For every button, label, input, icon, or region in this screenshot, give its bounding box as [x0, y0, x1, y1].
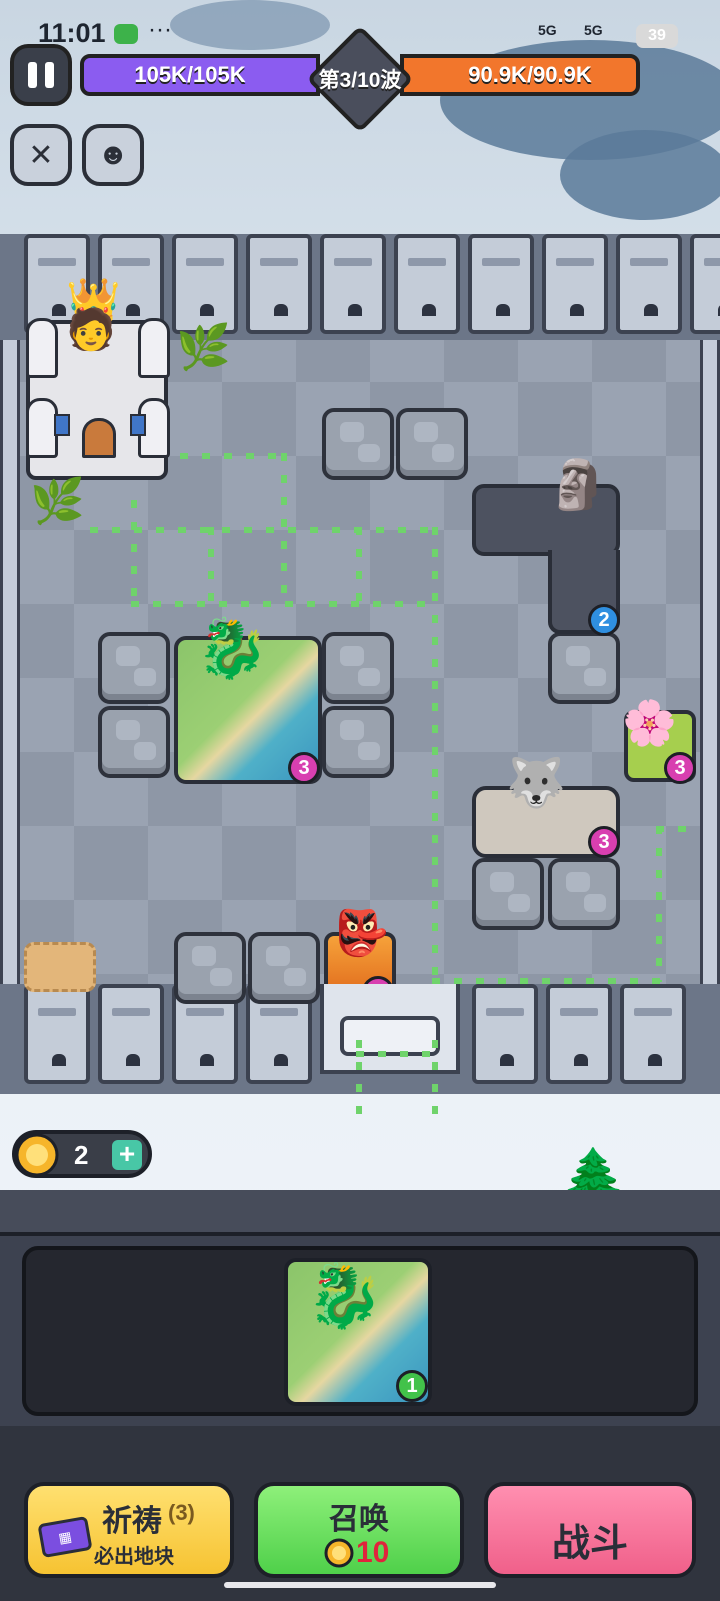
enemy-path [180, 453, 280, 459]
pray-button[interactable]: ▦ 祈祷 (3) 必出地块 [24, 1482, 234, 1578]
enemy-path [90, 527, 436, 533]
dragon-rider-card-art: 🐉 [306, 1262, 384, 1331]
grass-decoration: 🌿 [30, 477, 85, 526]
battlement [616, 234, 682, 334]
enemy-path [356, 527, 362, 602]
sun-count: 2 [74, 1140, 89, 1170]
battlement [472, 984, 538, 1084]
pray-sub-label: 必出地块 [94, 1546, 174, 1568]
rock-obstacle [396, 408, 468, 480]
wave-indicator: 第3/10波 [305, 24, 415, 134]
flower-unit[interactable]: 🌸 [622, 702, 677, 746]
sun-icon [324, 1538, 354, 1568]
rock-obstacle [322, 706, 394, 778]
battlement [620, 984, 686, 1084]
level-badge: 3 [588, 826, 620, 858]
rock-obstacle [174, 932, 246, 1004]
enemy-path [131, 500, 137, 605]
level-badge: 3 [664, 752, 696, 784]
enemy-path [208, 527, 214, 602]
right-wall [700, 234, 720, 1094]
enemy-path [656, 826, 662, 982]
battlement [394, 234, 460, 334]
wave-label: 第3/10波 [318, 69, 402, 92]
pause-button[interactable] [10, 44, 72, 106]
more-notifications-icon: ··· [148, 16, 172, 43]
crossed-swords-icon: ✕ [28, 138, 54, 172]
enemy-hp-bar: 90.9K/90.9K [400, 54, 640, 96]
fight-label: 战斗 [551, 1523, 628, 1565]
gate-step [340, 1016, 440, 1056]
rock-obstacle [248, 932, 320, 1004]
wechat-icon [114, 24, 138, 44]
rock-obstacle [472, 858, 544, 930]
battlement [246, 234, 312, 334]
hand-card-dragon[interactable]: 🐉 1 [284, 1258, 432, 1406]
player-hp-bar: 105K/105K [80, 54, 320, 96]
goblin-unit[interactable]: 👺 [334, 912, 389, 956]
enemy-info-button[interactable]: ☻ [82, 124, 144, 186]
battlement [320, 234, 386, 334]
pray-label: 祈祷 [102, 1505, 162, 1538]
ticket-icon: ▦ [37, 1515, 93, 1559]
wolf-gunner-unit[interactable]: 🐺 [506, 760, 566, 808]
battlement [24, 984, 90, 1084]
enemy-path [432, 978, 662, 984]
left-wall [0, 234, 20, 1094]
empty-sand-slot[interactable] [24, 942, 96, 992]
golem-unit[interactable]: 🗿 [548, 462, 608, 510]
skill-button[interactable]: ✕ [10, 124, 72, 186]
battlement [546, 984, 612, 1084]
tray-battlement [0, 1190, 720, 1236]
rock-obstacle [322, 632, 394, 704]
signal-5g-label: 5G [584, 22, 603, 38]
battlement [468, 234, 534, 334]
castle-door [82, 418, 116, 458]
level-badge: 2 [588, 604, 620, 636]
battlement [98, 984, 164, 1084]
card-level-badge: 1 [396, 1370, 428, 1402]
pause-icon [28, 62, 37, 88]
enemy-path [656, 826, 700, 832]
signal-5g-label: 5G [538, 22, 557, 38]
rock-obstacle [322, 408, 394, 480]
battlement [542, 234, 608, 334]
summon-label: 召唤 [329, 1503, 389, 1536]
add-sun-button[interactable]: + [112, 1140, 142, 1170]
rock-obstacle [98, 706, 170, 778]
rock-obstacle [548, 632, 620, 704]
pray-count: (3) [168, 1500, 195, 1525]
demon-face-icon: ☻ [97, 138, 129, 171]
sun-resource-counter: 2 + [12, 1130, 152, 1178]
rock-obstacle [98, 632, 170, 704]
home-indicator[interactable] [224, 1582, 496, 1588]
king-character[interactable]: 🧑 [66, 310, 116, 350]
enemy-path [131, 601, 437, 607]
grass-decoration: 🌿 [176, 323, 231, 372]
enemy-path [432, 527, 438, 987]
snow-tree-decoration [560, 130, 720, 220]
rock-obstacle [548, 858, 620, 930]
summon-button[interactable]: 召唤 10 [254, 1482, 464, 1578]
enemy-path [356, 1051, 436, 1057]
battlement [690, 234, 720, 334]
dragon-rider-unit[interactable]: 🐉 [196, 620, 268, 678]
battlement [172, 234, 238, 334]
level-badge: 3 [288, 752, 320, 784]
fight-button[interactable]: 战斗 [484, 1482, 696, 1578]
battery-icon: 39 [636, 24, 678, 48]
summon-cost: 10 [356, 1536, 390, 1569]
sun-icon [15, 1133, 59, 1177]
